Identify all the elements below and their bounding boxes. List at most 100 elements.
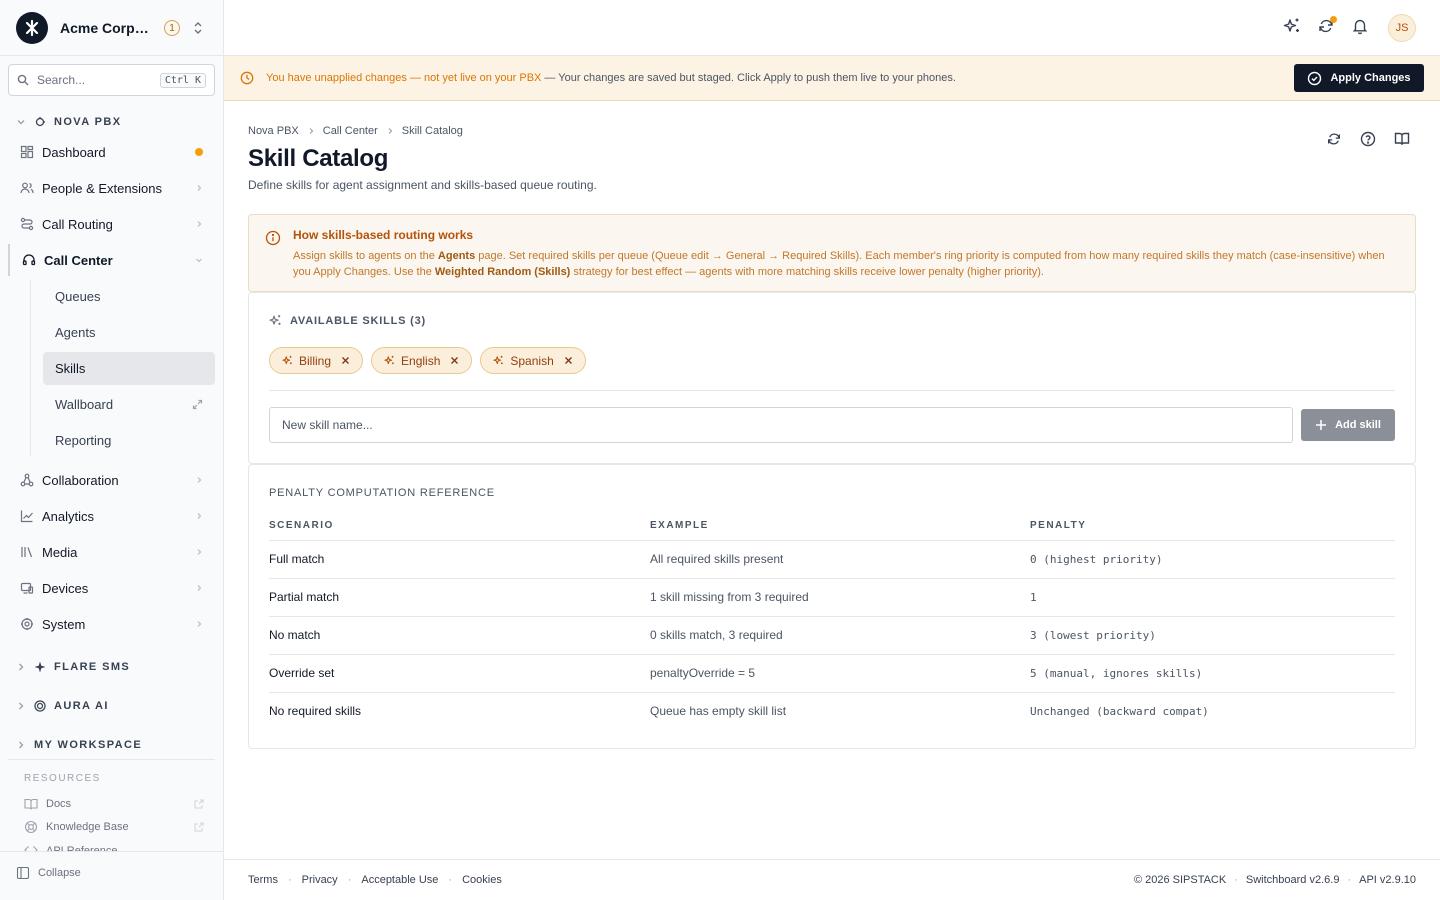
apply-changes-button[interactable]: Apply Changes bbox=[1294, 64, 1424, 92]
chevron-right-icon bbox=[195, 476, 203, 484]
remove-skill-icon[interactable] bbox=[564, 356, 573, 365]
available-skills-card: AVAILABLE SKILLS (3) Billing English Spa… bbox=[248, 292, 1416, 464]
library-icon bbox=[20, 545, 34, 559]
table-row: Partial match 1 skill missing from 3 req… bbox=[269, 578, 1395, 617]
penalty-reference-card: PENALTY COMPUTATION REFERENCE SCENARIO E… bbox=[248, 464, 1416, 749]
sparkles-icon bbox=[269, 315, 281, 325]
phone-network-icon bbox=[34, 116, 46, 128]
book-open-icon[interactable] bbox=[1394, 131, 1410, 147]
skill-chip: Billing bbox=[269, 347, 364, 374]
sidebar-item-devices[interactable]: Devices bbox=[8, 572, 215, 604]
skill-chip-label: Spanish bbox=[510, 353, 554, 368]
top-bar bbox=[224, 0, 1440, 56]
sidebar-subitem-reporting[interactable]: Reporting bbox=[43, 424, 215, 457]
penalty-table: SCENARIO EXAMPLE PENALTY Full match All … bbox=[269, 512, 1395, 730]
chevron-right-icon bbox=[307, 127, 315, 135]
sparkles-icon bbox=[282, 355, 293, 366]
footer-links: Terms · Privacy · Acceptable Use · Cooki… bbox=[248, 874, 502, 886]
search-box[interactable]: Search... Ctrl K bbox=[8, 64, 215, 96]
agents-link[interactable]: Agents bbox=[438, 250, 475, 262]
example-cell: All required skills present bbox=[650, 540, 1030, 579]
section-aura-ai[interactable]: AURA AI bbox=[16, 697, 109, 715]
refresh-icon[interactable] bbox=[1326, 131, 1342, 147]
sidebar-item-label: Analytics bbox=[42, 508, 95, 524]
skill-chip-label: English bbox=[401, 353, 441, 368]
skill-chip: Spanish bbox=[480, 347, 586, 374]
sidebar-item-media[interactable]: Media bbox=[8, 536, 215, 568]
info-body: Assign skills to agents on the Agents pa… bbox=[293, 248, 1403, 280]
section-nova-pbx[interactable]: NOVA PBX bbox=[16, 113, 121, 131]
skill-chips: Billing English Spanish bbox=[269, 347, 594, 374]
breadcrumb-item[interactable]: Call Center bbox=[323, 125, 378, 137]
page-subtitle: Define skills for agent assignment and s… bbox=[248, 178, 597, 192]
skill-chip-label: Billing bbox=[299, 353, 332, 368]
sidebar-item-people-extensions[interactable]: People & Extensions bbox=[8, 172, 215, 204]
add-skill-button[interactable]: Add skill bbox=[1301, 409, 1395, 441]
org-switcher[interactable]: Acme Corporation 1 bbox=[16, 12, 212, 44]
footer-link-acceptable-use[interactable]: Acceptable Use bbox=[361, 874, 438, 886]
sidebar-item-collaboration[interactable]: Collaboration bbox=[8, 464, 215, 496]
sidebar-subitem-label: Skills bbox=[55, 361, 86, 376]
resource-docs[interactable]: Docs bbox=[24, 796, 204, 812]
sparkles-icon[interactable] bbox=[1283, 17, 1301, 35]
scenario-cell: Override set bbox=[269, 654, 650, 693]
resource-label: API Reference bbox=[46, 845, 118, 851]
sidebar-item-label: Call Routing bbox=[42, 216, 113, 232]
scenario-cell: Partial match bbox=[269, 578, 650, 617]
chevron-right-icon bbox=[16, 662, 26, 672]
sidebar-item-label: Devices bbox=[42, 580, 89, 596]
sidebar-subitem-skills[interactable]: Skills bbox=[43, 352, 215, 385]
separator: · bbox=[287, 874, 292, 886]
chevron-right-icon bbox=[195, 620, 203, 628]
footer: Terms · Privacy · Acceptable Use · Cooki… bbox=[224, 859, 1440, 900]
collapse-label: Collapse bbox=[38, 867, 81, 879]
breadcrumb-item[interactable]: Nova PBX bbox=[248, 125, 299, 137]
help-icon[interactable] bbox=[1360, 131, 1376, 147]
footer-link-privacy[interactable]: Privacy bbox=[302, 874, 338, 886]
section-label: AURA AI bbox=[54, 700, 109, 712]
pending-changes-dot bbox=[1330, 16, 1337, 23]
resource-api-reference[interactable]: API Reference bbox=[24, 843, 204, 851]
example-cell: 1 skill missing from 3 required bbox=[650, 578, 1030, 617]
footer-link-cookies[interactable]: Cookies bbox=[462, 874, 502, 886]
section-my-workspace[interactable]: MY WORKSPACE bbox=[16, 736, 142, 754]
sidebar-item-system[interactable]: System bbox=[8, 608, 215, 640]
footer-meta: © 2026 SIPSTACK · Switchboard v2.6.9 · A… bbox=[1134, 874, 1416, 886]
dashboard-icon bbox=[20, 145, 34, 159]
user-avatar[interactable]: JS bbox=[1388, 14, 1416, 42]
new-skill-input[interactable] bbox=[269, 407, 1293, 443]
bell-icon[interactable] bbox=[1351, 17, 1369, 35]
separator: · bbox=[1347, 874, 1352, 886]
penalty-cell: 5 (manual, ignores skills) bbox=[1030, 654, 1395, 693]
users-icon bbox=[20, 181, 34, 195]
sidebar-divider bbox=[0, 851, 223, 852]
lifebuoy-icon bbox=[24, 820, 38, 834]
penalty-cell: Unchanged (backward compat) bbox=[1030, 704, 1209, 718]
resource-knowledge-base[interactable]: Knowledge Base bbox=[24, 819, 204, 835]
status-dot bbox=[195, 148, 203, 156]
sidebar-subitem-queues[interactable]: Queues bbox=[43, 280, 215, 313]
sidebar-item-call-routing[interactable]: Call Routing bbox=[8, 208, 215, 240]
collapse-sidebar-button[interactable]: Collapse bbox=[16, 866, 81, 880]
footer-link-terms[interactable]: Terms bbox=[248, 874, 278, 886]
remove-skill-icon[interactable] bbox=[450, 356, 459, 365]
chevrons-up-down-icon[interactable] bbox=[192, 21, 204, 35]
remove-skill-icon[interactable] bbox=[341, 356, 350, 365]
section-flare-sms[interactable]: FLARE SMS bbox=[16, 658, 130, 676]
routing-icon bbox=[20, 217, 34, 231]
sidebar-subitem-wallboard[interactable]: Wallboard bbox=[43, 388, 215, 421]
chevron-right-icon bbox=[195, 548, 203, 556]
expand-icon bbox=[192, 399, 203, 410]
penalty-cell: 1 bbox=[1030, 578, 1395, 617]
banner-headline: You have unapplied changes — not yet liv… bbox=[266, 72, 542, 84]
sidebar-item-dashboard[interactable]: Dashboard bbox=[8, 136, 215, 168]
sidebar-item-call-center[interactable]: Call Center bbox=[8, 244, 215, 276]
org-name: Acme Corporation bbox=[60, 20, 154, 36]
resources-title: RESOURCES bbox=[24, 773, 101, 784]
page-title: Skill Catalog bbox=[248, 145, 389, 172]
separator: · bbox=[347, 874, 352, 886]
sidebar-item-analytics[interactable]: Analytics bbox=[8, 500, 215, 532]
sidebar-subitem-agents[interactable]: Agents bbox=[43, 316, 215, 349]
add-skill-label: Add skill bbox=[1335, 419, 1381, 431]
penalty-reference-title: PENALTY COMPUTATION REFERENCE bbox=[269, 487, 495, 499]
